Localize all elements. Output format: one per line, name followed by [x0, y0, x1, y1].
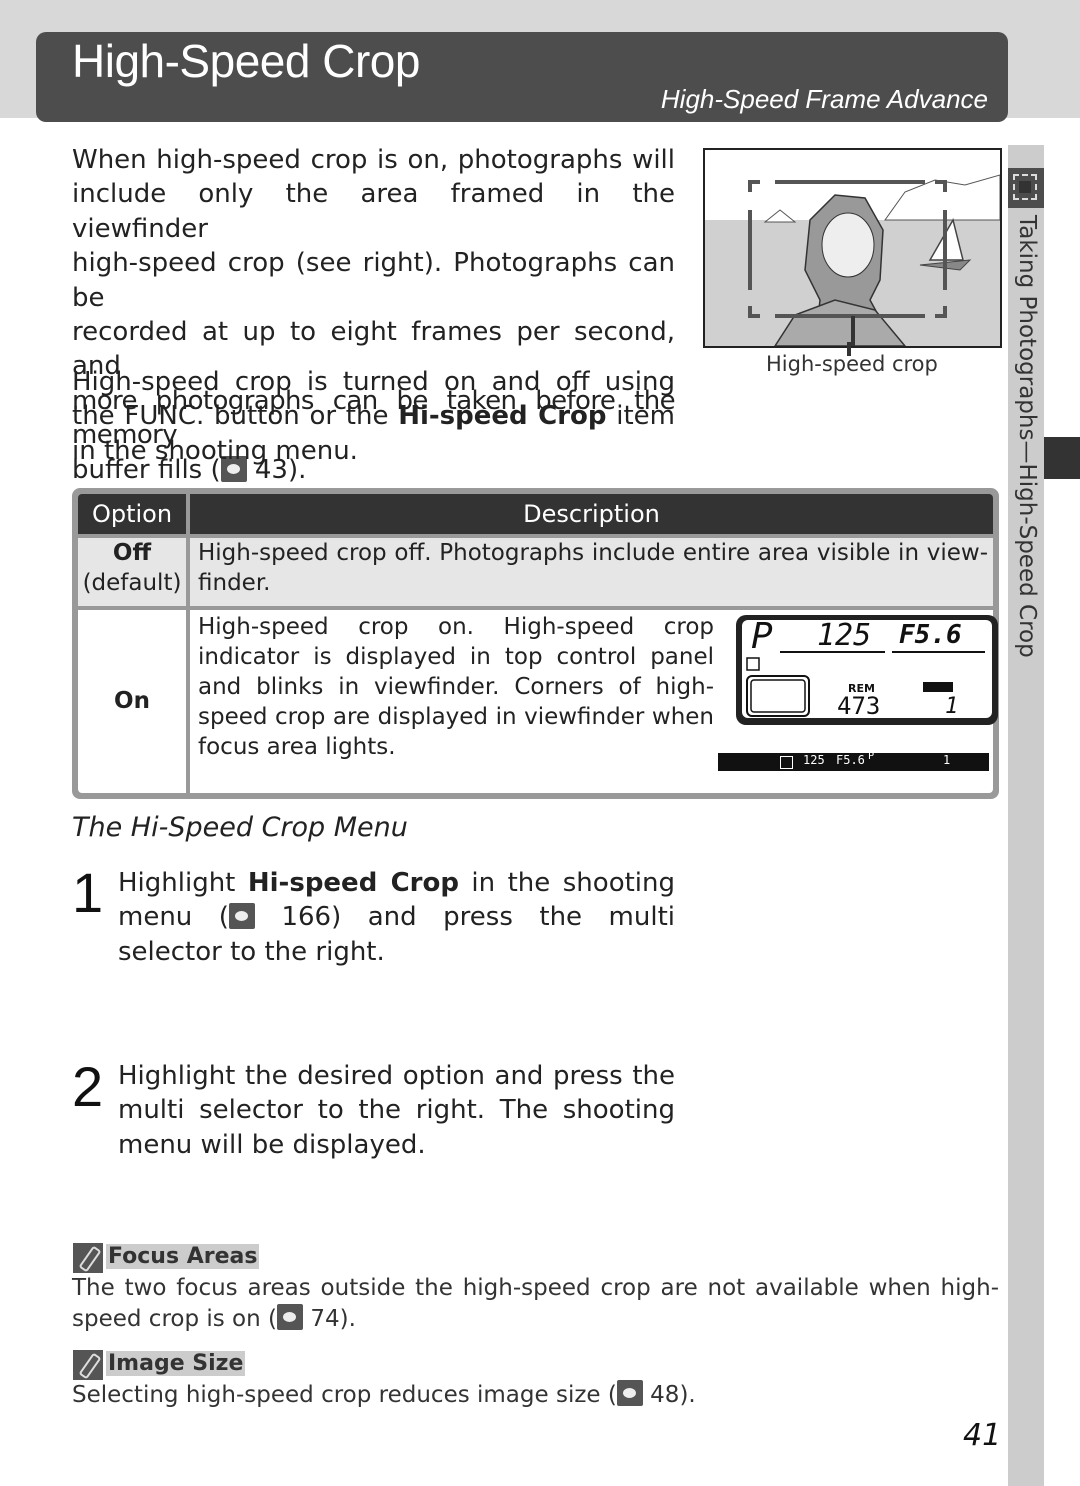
text-line: include only the area framed in the view… — [72, 179, 675, 244]
option-description: High-speed crop off. Photographs include… — [198, 540, 988, 596]
page-number: 41 — [963, 1418, 1002, 1453]
viewfinder-illustration — [703, 148, 1002, 348]
viewfinder-display-strip: 125 F5.6 P 1 — [718, 751, 989, 771]
crop-indicator-icon — [780, 756, 793, 769]
text-line: high-speed crop (see right). Photographs… — [72, 248, 675, 313]
text: The two focus areas outside the high-spe… — [72, 1275, 999, 1332]
chapter-thumb-tab — [1044, 437, 1080, 479]
page-reference[interactable]: 48 — [650, 1382, 679, 1408]
page-reference[interactable]: 74 — [310, 1306, 339, 1332]
note-text: Selecting high-speed crop reduces image … — [72, 1380, 999, 1411]
page-header: High-Speed Crop High-Speed Frame Advance — [36, 32, 1008, 122]
sidebar-section-label: Taking Photographs—High-Speed Crop — [1014, 215, 1040, 658]
viewfinder-scene — [705, 150, 1000, 346]
step-1-text: Highlight Hi-speed Crop in the shooting … — [118, 866, 675, 969]
note-pencil-icon — [73, 1350, 103, 1380]
table-row-off-description: High-speed crop off. Photographs include… — [190, 538, 993, 606]
strip-shutter: 125 — [803, 753, 825, 767]
lcd-buffer: 1 — [945, 694, 959, 719]
step-2-text: Highlight the desired option and press t… — [118, 1061, 675, 1160]
page-reference-icon — [228, 903, 255, 930]
text: ). — [339, 1306, 356, 1332]
lcd-shutter-speed: 125 — [817, 618, 872, 653]
table-header-description: Description — [190, 494, 993, 534]
note-title: Focus Areas — [106, 1244, 260, 1269]
page-reference-icon — [277, 1304, 303, 1330]
lcd-aperture: F5.6 — [899, 620, 962, 650]
note-title: Image Size — [106, 1351, 246, 1376]
lcd-remaining-count: 473 — [837, 692, 881, 720]
note-text: The two focus areas outside the high-spe… — [72, 1273, 999, 1335]
control-panel-lcd: P 125 F5.6 REM 473 1 — [735, 614, 999, 726]
section-heading: The Hi-Speed Crop Menu — [72, 812, 408, 843]
intro-paragraph-2: High-speed crop is turned on and off usi… — [72, 365, 675, 468]
figure-caption: High-speed crop — [766, 352, 938, 376]
top-band-edge — [1020, 36, 1080, 118]
option-note: (default) — [82, 570, 182, 596]
table-row-off-option: Off (default) — [78, 538, 186, 606]
step-number: 1 — [72, 861, 104, 924]
table-row-on-option: On — [78, 610, 186, 793]
page-title: High-Speed Crop — [72, 35, 420, 87]
menu-item-name: Hi-speed Crop — [398, 401, 607, 432]
strip-buffer: 1 — [943, 753, 951, 767]
table-header-option: Option — [78, 494, 186, 534]
page-subtitle: High-Speed Frame Advance — [660, 84, 988, 114]
text: Highlight — [118, 868, 248, 898]
high-speed-crop-icon — [1008, 168, 1044, 208]
lcd-mode: P — [751, 616, 773, 657]
page-reference[interactable]: 166 — [281, 902, 331, 932]
text-line: When high-speed crop is on, photographs … — [72, 145, 675, 175]
option-description: High-speed crop on. High-speed crop indi… — [198, 614, 714, 760]
text: ). — [679, 1382, 696, 1408]
menu-item-name: Hi-speed Crop — [247, 868, 459, 898]
step-number: 2 — [72, 1055, 104, 1118]
option-name: On — [114, 688, 150, 714]
option-name: Off — [112, 540, 152, 566]
note-pencil-icon — [73, 1243, 103, 1273]
text: Selecting high-speed crop reduces image … — [72, 1382, 617, 1408]
strip-mode: P — [868, 751, 875, 762]
strip-aperture: F5.6 — [836, 753, 865, 767]
page-reference-icon — [616, 1380, 643, 1406]
